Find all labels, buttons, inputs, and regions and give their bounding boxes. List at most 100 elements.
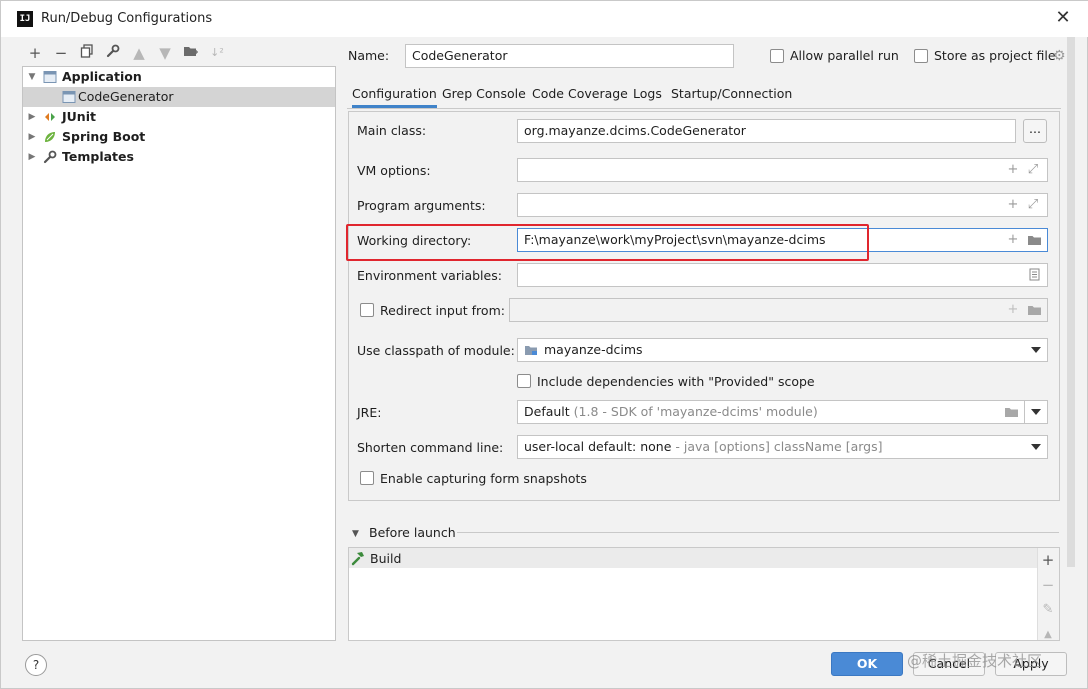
classpath-module-select[interactable]: mayanze-dcims — [517, 338, 1048, 362]
tab-code-coverage[interactable]: Code Coverage — [532, 86, 628, 108]
folder-icon[interactable] — [1026, 299, 1042, 321]
expand-icon[interactable]: ⤢ — [1025, 159, 1041, 181]
plus-icon[interactable]: + — [1005, 229, 1021, 251]
collapse-arrow-icon[interactable]: ▼ — [352, 529, 359, 539]
title-bar: IJ Run/Debug Configurations ✕ — [1, 1, 1088, 37]
wrench-icon — [43, 150, 57, 164]
env-vars-label: Environment variables: — [357, 268, 502, 283]
name-input[interactable]: CodeGenerator — [405, 44, 734, 68]
jre-select[interactable]: Default (1.8 - SDK of 'mayanze-dcims' mo… — [517, 400, 1025, 424]
junit-icon — [43, 110, 57, 124]
sort-icon[interactable]: ↓² — [207, 43, 227, 63]
tab-logs[interactable]: Logs — [633, 86, 662, 108]
tree-item-application[interactable]: ▼ Application — [23, 67, 335, 87]
tree-label: CodeGenerator — [78, 89, 174, 104]
main-class-label: Main class: — [357, 123, 427, 138]
include-provided-label: Include dependencies with "Provided" sco… — [537, 374, 815, 389]
main-class-browse-button[interactable]: ... — [1023, 119, 1047, 143]
config-tree[interactable]: ▼ Application CodeGenerator ▶ JUnit ▶ Sp… — [22, 66, 336, 641]
shorten-cmd-select[interactable]: user-local default: none - java [options… — [517, 435, 1048, 459]
remove-icon[interactable]: − — [51, 43, 71, 63]
plus-icon[interactable]: + — [1005, 194, 1021, 216]
document-icon[interactable] — [1026, 264, 1042, 286]
before-launch-label: Before launch — [369, 525, 456, 540]
expand-arrow-icon[interactable]: ▶ — [26, 147, 38, 167]
allow-parallel-checkbox[interactable] — [770, 49, 784, 63]
expand-arrow-icon[interactable]: ▶ — [26, 127, 38, 147]
classpath-module-label: Use classpath of module: — [357, 343, 515, 358]
jre-label: JRE: — [357, 405, 382, 420]
expand-arrow-icon[interactable]: ▼ — [26, 67, 38, 87]
folder-icon[interactable] — [1003, 401, 1019, 423]
tree-item-templates[interactable]: ▶ Templates — [23, 147, 335, 167]
move-up-icon[interactable]: ▲ — [1038, 625, 1058, 645]
chevron-down-icon[interactable] — [1031, 409, 1041, 415]
allow-parallel-label: Allow parallel run — [790, 48, 899, 63]
store-project-checkbox[interactable] — [914, 49, 928, 63]
program-args-label: Program arguments: — [357, 198, 486, 213]
gear-icon[interactable]: ⚙ — [1053, 48, 1066, 64]
form-snapshots-checkbox[interactable] — [360, 471, 374, 485]
main-class-input[interactable]: org.mayanze.dcims.CodeGenerator — [517, 119, 1016, 143]
add-icon[interactable]: + — [25, 43, 45, 63]
list-item[interactable] — [349, 548, 1037, 568]
tree-item-spring-boot[interactable]: ▶ Spring Boot — [23, 127, 335, 147]
form-snapshots-label: Enable capturing form snapshots — [380, 471, 587, 486]
spring-boot-icon — [43, 130, 57, 144]
name-label: Name: — [348, 48, 390, 63]
tree-label: Templates — [62, 149, 134, 164]
plus-icon[interactable]: + — [1005, 159, 1021, 181]
copy-icon[interactable] — [77, 43, 97, 63]
shorten-cmd-value: user-local default: none — [524, 439, 672, 454]
shorten-cmd-hint: - java [options] className [args] — [675, 439, 883, 454]
application-icon — [43, 70, 57, 84]
tree-label: Application — [62, 69, 142, 84]
redirect-input-label: Redirect input from: — [380, 303, 505, 318]
before-launch-divider — [457, 532, 1059, 533]
class-config-icon — [62, 90, 76, 104]
env-vars-input[interactable] — [517, 263, 1048, 287]
add-icon[interactable]: + — [1038, 550, 1058, 570]
tab-startup-connection[interactable]: Startup/Connection — [671, 86, 792, 108]
move-up-icon[interactable]: ▲ — [129, 43, 149, 63]
scrollbar[interactable] — [1067, 37, 1075, 567]
redirect-input-checkbox[interactable] — [360, 303, 374, 317]
tab-grep-console[interactable]: Grep Console — [442, 86, 526, 108]
tree-label: JUnit — [62, 109, 96, 124]
window-title: Run/Debug Configurations — [41, 11, 213, 26]
tree-item-junit[interactable]: ▶ JUnit — [23, 107, 335, 127]
close-icon[interactable]: ✕ — [1051, 6, 1075, 30]
jre-value: Default — [524, 404, 570, 419]
tree-label: Spring Boot — [62, 129, 146, 144]
module-icon — [524, 343, 538, 357]
program-args-input[interactable] — [517, 193, 1048, 217]
run-debug-dialog: IJ Run/Debug Configurations ✕ + − ▲ ▼ ↓²… — [0, 0, 1088, 689]
chevron-down-icon[interactable] — [1031, 347, 1041, 353]
ok-button[interactable]: OK — [831, 652, 903, 676]
shorten-cmd-label: Shorten command line: — [357, 440, 504, 455]
folder-icon[interactable] — [181, 43, 201, 63]
plus-icon[interactable]: + — [1005, 299, 1021, 321]
jre-hint: (1.8 - SDK of 'mayanze-dcims' module) — [573, 404, 818, 419]
help-button[interactable]: ? — [25, 654, 47, 676]
highlight-box — [346, 224, 869, 261]
vm-options-input[interactable] — [517, 158, 1048, 182]
redirect-input-field[interactable] — [509, 298, 1048, 322]
hammer-icon — [350, 550, 366, 566]
wrench-icon[interactable] — [103, 43, 123, 63]
folder-icon[interactable] — [1026, 229, 1042, 251]
tree-item-codegenerator[interactable]: CodeGenerator — [23, 87, 335, 107]
vm-options-label: VM options: — [357, 163, 431, 178]
watermark: @稀土掘金技术社区 — [907, 652, 1043, 670]
build-label: Build — [370, 551, 402, 566]
intellij-app-icon: IJ — [17, 11, 33, 27]
remove-icon[interactable]: − — [1038, 575, 1058, 595]
tab-configuration[interactable]: Configuration — [352, 86, 437, 108]
move-down-icon[interactable]: ▼ — [155, 43, 175, 63]
expand-arrow-icon[interactable]: ▶ — [26, 107, 38, 127]
chevron-down-icon[interactable] — [1031, 444, 1041, 450]
tab-divider — [347, 108, 1061, 109]
include-provided-checkbox[interactable] — [517, 374, 531, 388]
expand-icon[interactable]: ⤢ — [1025, 194, 1041, 216]
edit-icon[interactable]: ✎ — [1038, 600, 1058, 620]
